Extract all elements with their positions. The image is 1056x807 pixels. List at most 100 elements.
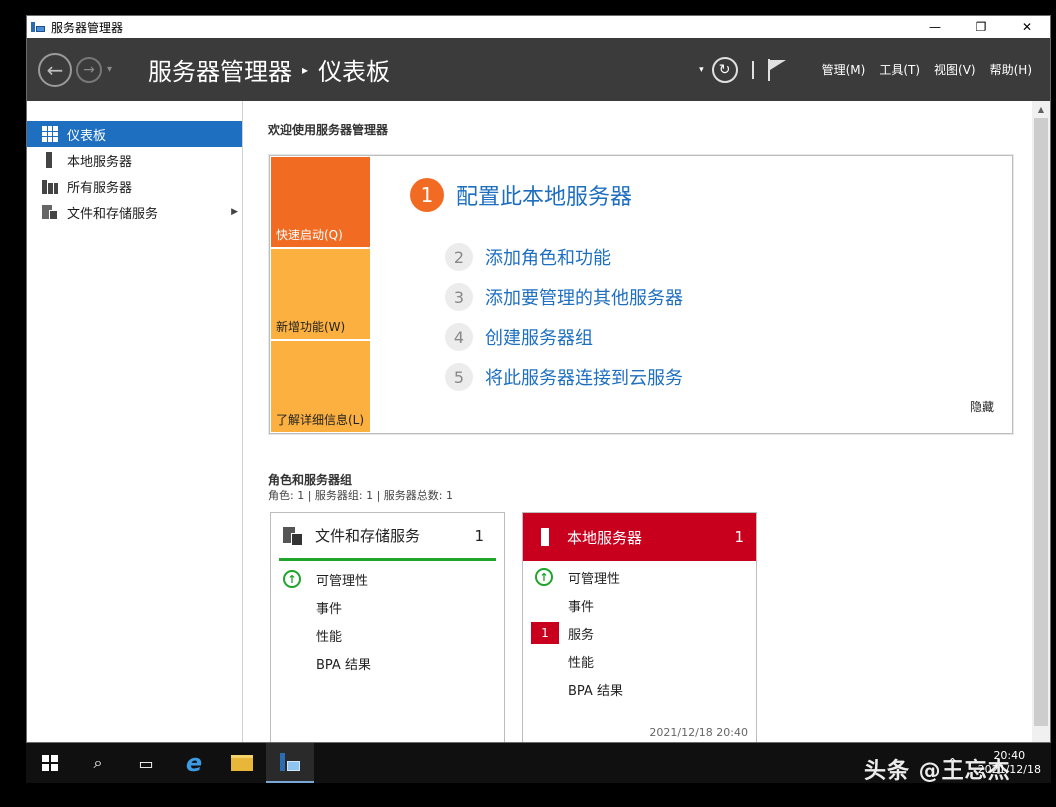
minimize-button[interactable]: — — [912, 16, 958, 38]
row-label: 性能 — [316, 629, 343, 645]
refresh-icon[interactable]: ↻ — [711, 56, 738, 83]
breadcrumb-separator-icon: ▸ — [302, 62, 309, 77]
expand-arrow-icon[interactable]: ▶ — [231, 207, 238, 217]
sidebar-item-label: 仪表板 — [67, 128, 107, 144]
card-row-events[interactable]: 事件 — [271, 593, 504, 621]
step-label: 创建服务器组 — [485, 328, 593, 349]
start-button[interactable] — [26, 743, 74, 783]
scroll-up-icon[interactable]: ▲ — [1032, 101, 1050, 117]
breadcrumb-root[interactable]: 服务器管理器 — [148, 52, 292, 87]
tile-whats-new[interactable]: 新增功能(W) — [271, 249, 370, 339]
card-count: 1 — [734, 528, 744, 546]
header-actions: ▾ ↻ 管理(M) 工具(T) 视图(V) 帮助(H) — [699, 38, 1032, 101]
back-button[interactable]: ← — [38, 52, 72, 87]
card-count: 1 — [474, 526, 484, 545]
row-label: 事件 — [568, 599, 595, 615]
card-header[interactable]: 文件和存储服务 1 — [279, 513, 496, 561]
step-number: 3 — [445, 283, 473, 311]
card-row-performance[interactable]: 性能 — [523, 647, 756, 675]
step-add-roles[interactable]: 2 添加角色和功能 — [445, 243, 611, 271]
server-icon — [42, 152, 58, 168]
welcome-title: 欢迎使用服务器管理器 — [268, 123, 389, 137]
role-card-local-server[interactable]: 本地服务器 1 ↑ 可管理性 事件 1 服务 性能 BPA 结果 2021/12/1… — [522, 512, 757, 742]
vertical-scrollbar[interactable]: ▲ — [1032, 101, 1050, 742]
row-label: BPA 结果 — [316, 657, 371, 673]
server-manager-icon — [31, 20, 45, 34]
row-label: 可管理性 — [568, 571, 621, 587]
menu-manage[interactable]: 管理(M) — [822, 61, 866, 78]
folder-icon — [231, 755, 253, 771]
card-row-performance[interactable]: 性能 — [271, 621, 504, 649]
role-card-file-storage[interactable]: 文件和存储服务 1 ↑ 可管理性 事件 性能 BPA 结果 — [270, 512, 505, 742]
restore-button[interactable]: ❐ — [958, 16, 1004, 38]
sidebar: 仪表板 本地服务器 所有服务器 文件和存储服务 ▶ — [27, 101, 243, 742]
row-label: BPA 结果 — [568, 683, 623, 699]
row-label: 性能 — [568, 655, 595, 671]
step-label: 配置此本地服务器 — [456, 185, 633, 210]
menu-help[interactable]: 帮助(H) — [990, 61, 1032, 78]
forward-button[interactable]: → — [76, 56, 102, 83]
row-label: 事件 — [316, 601, 343, 617]
server-manager-taskbar-button[interactable] — [266, 743, 314, 783]
breadcrumb: 服务器管理器 ▸ 仪表板 — [148, 52, 390, 87]
card-row-services[interactable]: 1 服务 — [523, 619, 756, 647]
scrollbar-thumb[interactable] — [1034, 118, 1048, 726]
step-configure-local-server[interactable]: 1 配置此本地服务器 — [410, 178, 632, 212]
main-content: 欢迎使用服务器管理器 快速启动(Q) 新增功能(W) 了解详细信息(L) 1 配… — [244, 101, 1034, 742]
sidebar-item-label: 所有服务器 — [67, 180, 133, 196]
notifications-flag-icon[interactable] — [767, 58, 786, 81]
hide-link[interactable]: 隐藏 — [970, 398, 994, 415]
tile-quick-start[interactable]: 快速启动(Q) — [271, 157, 370, 247]
window-title: 服务器管理器 — [51, 20, 124, 35]
windows-logo-icon — [42, 755, 58, 771]
search-icon[interactable]: ⌕ — [74, 743, 122, 783]
file-storage-icon — [42, 204, 58, 220]
card-row-events[interactable]: 事件 — [523, 591, 756, 619]
step-number: 4 — [445, 323, 473, 351]
breadcrumb-current: 仪表板 — [318, 58, 391, 86]
card-row-manageability[interactable]: ↑ 可管理性 — [523, 563, 756, 591]
alert-count-badge: 1 — [531, 622, 559, 644]
header-dropdown-icon[interactable]: ▾ — [699, 65, 704, 75]
dashboard-icon — [42, 126, 58, 142]
file-explorer-button[interactable] — [218, 743, 266, 783]
menu-view[interactable]: 视图(V) — [934, 61, 976, 78]
tile-label: 了解详细信息(L) — [276, 413, 365, 427]
step-number: 5 — [445, 363, 473, 391]
roles-summary: 角色: 1 | 服务器组: 1 | 服务器总数: 1 — [268, 489, 454, 502]
card-title: 文件和存储服务 — [315, 527, 421, 545]
step-add-servers[interactable]: 3 添加要管理的其他服务器 — [445, 283, 683, 311]
title-bar: 服务器管理器 — ❐ ✕ — [27, 16, 1050, 38]
tile-label: 新增功能(W) — [276, 320, 346, 334]
sidebar-item-all-servers[interactable]: 所有服务器 — [27, 173, 242, 199]
close-button[interactable]: ✕ — [1004, 16, 1050, 38]
card-timestamp: 2021/12/18 20:40 — [649, 726, 748, 739]
sidebar-item-label: 本地服务器 — [67, 154, 133, 170]
card-row-bpa[interactable]: BPA 结果 — [271, 649, 504, 677]
sidebar-item-local-server[interactable]: 本地服务器 — [27, 147, 242, 173]
task-view-icon[interactable]: ▭ — [122, 743, 170, 783]
row-label: 可管理性 — [316, 573, 369, 589]
card-header[interactable]: 本地服务器 1 — [523, 513, 756, 561]
history-dropdown-icon[interactable]: ▾ — [107, 64, 112, 75]
card-row-bpa[interactable]: BPA 结果 — [523, 675, 756, 703]
row-label: 服务 — [568, 627, 595, 643]
step-connect-cloud[interactable]: 5 将此服务器连接到云服务 — [445, 363, 683, 391]
roles-title: 角色和服务器组 — [268, 473, 353, 487]
server-manager-window: 服务器管理器 — ❐ ✕ ← → ▾ 服务器管理器 ▸ 仪表板 ▾ ↻ 管理(M… — [26, 15, 1051, 743]
card-row-manageability[interactable]: ↑ 可管理性 — [271, 565, 504, 593]
step-number: 2 — [445, 243, 473, 271]
sidebar-item-label: 文件和存储服务 — [67, 206, 159, 222]
sidebar-item-file-storage[interactable]: 文件和存储服务 ▶ — [27, 199, 242, 225]
step-label: 添加要管理的其他服务器 — [485, 288, 683, 309]
tile-learn-more[interactable]: 了解详细信息(L) — [271, 341, 370, 432]
sidebar-item-dashboard[interactable]: 仪表板 — [27, 121, 242, 147]
internet-explorer-button[interactable]: e — [170, 743, 218, 783]
server-manager-icon — [280, 752, 300, 772]
step-label: 将此服务器连接到云服务 — [485, 368, 683, 389]
step-create-group[interactable]: 4 创建服务器组 — [445, 323, 593, 351]
ok-status-icon: ↑ — [283, 570, 301, 588]
step-number: 1 — [410, 178, 444, 212]
file-storage-icon — [283, 526, 303, 546]
menu-tools[interactable]: 工具(T) — [879, 61, 920, 78]
